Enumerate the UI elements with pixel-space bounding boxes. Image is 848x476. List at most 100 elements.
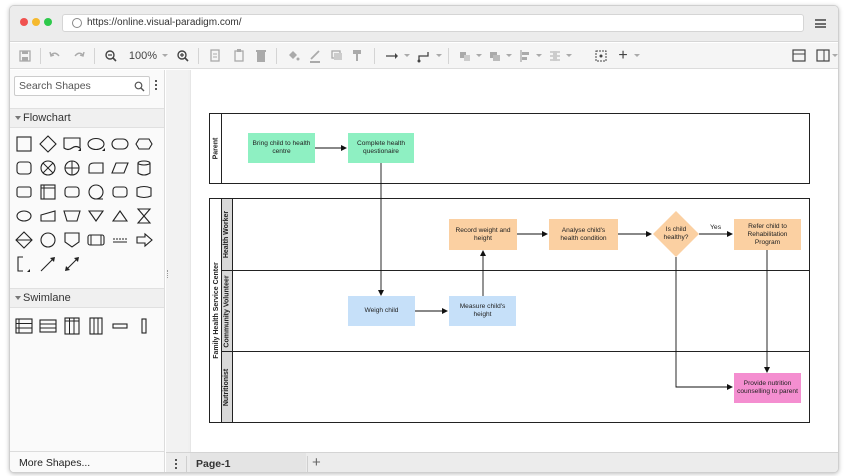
group-caret-icon[interactable] xyxy=(506,54,512,57)
terminator-shape[interactable] xyxy=(86,134,106,154)
extract-shape[interactable] xyxy=(110,206,130,226)
waypoint-style-icon[interactable] xyxy=(416,47,432,65)
more-shapes-button[interactable]: More Shapes... xyxy=(10,451,164,472)
panel-caret-icon[interactable] xyxy=(832,54,838,57)
arrange-caret-icon[interactable] xyxy=(476,54,482,57)
zoom-level-dropdown[interactable]: 100% xyxy=(126,47,160,65)
format-painter-icon[interactable] xyxy=(350,47,364,65)
document-shape[interactable] xyxy=(62,134,82,154)
circle-shape[interactable] xyxy=(38,230,58,250)
connector-style-icon[interactable] xyxy=(384,47,400,65)
diagram-page[interactable]: Parent Family Health Service Center Heal… xyxy=(190,70,838,452)
bracket-shape[interactable] xyxy=(14,254,34,274)
vertical-lanes-shape[interactable] xyxy=(86,316,106,336)
delete-icon[interactable] xyxy=(254,47,268,65)
sidebar-splitter[interactable] xyxy=(166,70,188,452)
node-bring-child[interactable]: Bring child to health centre xyxy=(248,133,315,163)
undo-icon[interactable] xyxy=(48,47,62,65)
paste-icon[interactable] xyxy=(232,47,246,65)
stored-data-shape[interactable] xyxy=(62,182,82,202)
minimize-window-button[interactable] xyxy=(32,18,40,26)
manual-input-shape[interactable] xyxy=(38,206,58,226)
delay-shape[interactable] xyxy=(86,158,106,178)
distribute-icon[interactable] xyxy=(548,47,562,65)
align-icon[interactable] xyxy=(518,47,532,65)
reload-icon[interactable] xyxy=(72,18,82,28)
format-panel-icon[interactable] xyxy=(792,47,806,65)
fill-color-icon[interactable] xyxy=(286,47,300,65)
node-nutrition-counselling[interactable]: Provide nutrition counselling to parent xyxy=(734,373,801,403)
collate-shape[interactable] xyxy=(134,206,154,226)
manual-operation-shape[interactable] xyxy=(62,206,82,226)
tape-shape[interactable] xyxy=(134,182,154,202)
connector-circle-shape[interactable] xyxy=(14,158,34,178)
horizontal-pool-shape[interactable] xyxy=(14,316,34,336)
splitter-grip-icon[interactable] xyxy=(167,270,169,278)
search-input[interactable] xyxy=(15,77,127,95)
sequential-data-shape[interactable] xyxy=(86,182,106,202)
annotation-shape[interactable] xyxy=(110,230,130,250)
database-shape[interactable] xyxy=(134,158,154,178)
node-complete-questionnaire[interactable]: Complete health questionaire xyxy=(348,133,414,163)
shadow-icon[interactable] xyxy=(330,47,344,65)
maximize-window-button[interactable] xyxy=(44,18,52,26)
ellipse-shape[interactable] xyxy=(14,206,34,226)
bidirectional-line-shape[interactable] xyxy=(62,254,82,274)
zoom-out-icon[interactable] xyxy=(104,47,118,65)
search-box[interactable] xyxy=(14,76,150,96)
zoom-caret-icon[interactable] xyxy=(162,54,168,57)
horizontal-lanes-shape[interactable] xyxy=(38,316,58,336)
bring-to-front-icon[interactable] xyxy=(458,47,472,65)
internal-storage-shape[interactable] xyxy=(38,182,58,202)
node-record-weight[interactable]: Record weight and height xyxy=(449,219,517,250)
node-refer-rehabilitation[interactable]: Refer child to Rehabilitation Program xyxy=(734,219,801,250)
copy-icon[interactable] xyxy=(208,47,222,65)
page-menu-icon[interactable] xyxy=(175,459,177,471)
preparation-shape[interactable] xyxy=(134,134,154,154)
card-shape[interactable] xyxy=(14,182,34,202)
merge-shape[interactable] xyxy=(86,206,106,226)
insert-caret-icon[interactable] xyxy=(634,54,640,57)
vertical-pool-shape[interactable] xyxy=(62,316,82,336)
data-shape[interactable] xyxy=(110,158,130,178)
redo-icon[interactable] xyxy=(72,47,86,65)
line-color-icon[interactable] xyxy=(308,47,322,65)
summing-junction-shape[interactable] xyxy=(38,158,58,178)
align-caret-icon[interactable] xyxy=(536,54,542,57)
connector-decision-no-to-nutrition[interactable] xyxy=(675,257,733,390)
browser-menu-icon[interactable] xyxy=(815,19,826,28)
insert-plus-icon[interactable]: + xyxy=(616,47,630,65)
decision-shape[interactable] xyxy=(38,134,58,154)
zoom-in-icon[interactable] xyxy=(176,47,190,65)
tab-page-1[interactable]: Page-1 xyxy=(190,453,306,472)
process-shape[interactable] xyxy=(14,134,34,154)
horizontal-lane-shape[interactable] xyxy=(110,316,130,336)
node-analyse-health[interactable]: Analyse child's health condition xyxy=(549,219,618,250)
sort-shape[interactable] xyxy=(14,230,34,250)
vertical-lane-shape[interactable] xyxy=(134,316,154,336)
display-shape[interactable] xyxy=(110,182,130,202)
node-weigh-child[interactable]: Weigh child xyxy=(348,296,415,326)
outline-panel-icon[interactable] xyxy=(816,47,830,65)
node-measure-height[interactable]: Measure child's height xyxy=(449,296,516,326)
rounded-rect-shape[interactable] xyxy=(110,134,130,154)
off-page-connector-shape[interactable] xyxy=(62,230,82,250)
node-decision-label[interactable]: Is child healthy? xyxy=(653,220,699,248)
distribute-caret-icon[interactable] xyxy=(566,54,572,57)
sidebar-menu-icon[interactable] xyxy=(155,80,158,92)
arrow-shape[interactable] xyxy=(134,230,154,250)
group-icon[interactable] xyxy=(488,47,502,65)
connector-caret-icon[interactable] xyxy=(404,54,410,57)
close-window-button[interactable] xyxy=(20,18,28,26)
search-icon[interactable] xyxy=(134,81,145,92)
waypoint-caret-icon[interactable] xyxy=(436,54,442,57)
address-bar[interactable]: https://online.visual-paradigm.com/ xyxy=(62,14,804,32)
add-page-icon[interactable]: + xyxy=(312,455,321,471)
save-icon[interactable] xyxy=(18,47,32,65)
select-all-icon[interactable] xyxy=(594,47,608,65)
or-shape[interactable] xyxy=(62,158,82,178)
section-flowchart[interactable]: Flowchart xyxy=(10,108,164,128)
predefined-process-shape[interactable] xyxy=(86,230,106,250)
line-arrow-shape[interactable] xyxy=(38,254,58,274)
section-swimlane[interactable]: Swimlane xyxy=(10,288,164,308)
